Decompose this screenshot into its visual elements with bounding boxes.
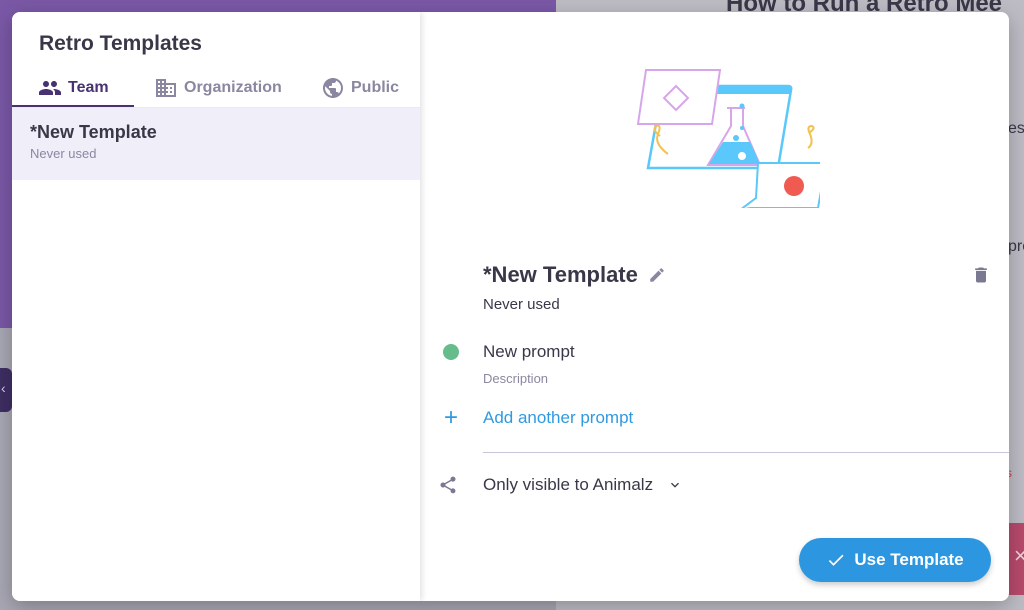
sidebar-toggle-button[interactable]: ‹	[0, 368, 12, 412]
tab-team-label: Team	[68, 79, 109, 96]
tab-organization[interactable]: Organization	[154, 70, 282, 106]
use-template-button[interactable]: Use Template	[799, 538, 991, 582]
add-prompt-button[interactable]: + Add another prompt	[440, 404, 633, 432]
pencil-icon[interactable]	[648, 266, 666, 284]
tab-public-label: Public	[351, 79, 400, 96]
template-detail-pane: *New Template Never used New prompt Desc…	[420, 12, 1009, 601]
template-title-text: *New Template	[483, 262, 638, 287]
background-text-fragment: es	[1008, 120, 1024, 137]
background-text-fragment: pro	[1008, 238, 1024, 255]
close-button[interactable]: ×	[1008, 523, 1024, 595]
visibility-label: Only visible to Animalz	[483, 475, 654, 494]
use-template-label: Use Template	[854, 550, 964, 569]
chevron-left-icon: ‹	[1, 380, 6, 396]
prompt-color-picker[interactable]	[443, 344, 459, 360]
template-list-pane: Retro Templates Team Organization Public…	[12, 12, 420, 601]
globe-icon	[323, 78, 343, 98]
tab-organization-label: Organization	[184, 79, 282, 96]
active-tab-indicator	[12, 105, 134, 107]
prompt-description-input[interactable]: Description	[483, 371, 548, 386]
modal-title: Retro Templates	[39, 32, 202, 55]
template-list-item-name: *New Template	[30, 122, 157, 142]
close-icon: ×	[1014, 543, 1024, 568]
template-tabs: Team Organization Public	[12, 70, 420, 108]
retro-templates-modal: Retro Templates Team Organization Public…	[12, 12, 1009, 601]
divider	[483, 452, 1009, 453]
check-icon	[829, 554, 844, 566]
template-list-item[interactable]: *New Template Never used	[12, 108, 420, 180]
trash-icon[interactable]	[971, 265, 991, 285]
template-title[interactable]: *New Template	[483, 262, 666, 288]
share-icon	[440, 476, 456, 494]
visibility-dropdown[interactable]: Only visible to Animalz	[483, 475, 683, 495]
prompt-name-input[interactable]: New prompt	[483, 342, 575, 362]
template-usage-meta: Never used	[483, 296, 560, 313]
team-icon	[39, 81, 61, 95]
template-list-item-meta: Never used	[30, 146, 97, 161]
add-prompt-label: Add another prompt	[483, 408, 634, 427]
building-icon	[156, 79, 176, 97]
tab-public[interactable]: Public	[321, 70, 399, 106]
science-flask-illustration	[636, 69, 820, 208]
chevron-down-icon	[671, 482, 680, 488]
tab-team[interactable]: Team	[38, 70, 109, 106]
plus-icon: +	[443, 404, 458, 431]
